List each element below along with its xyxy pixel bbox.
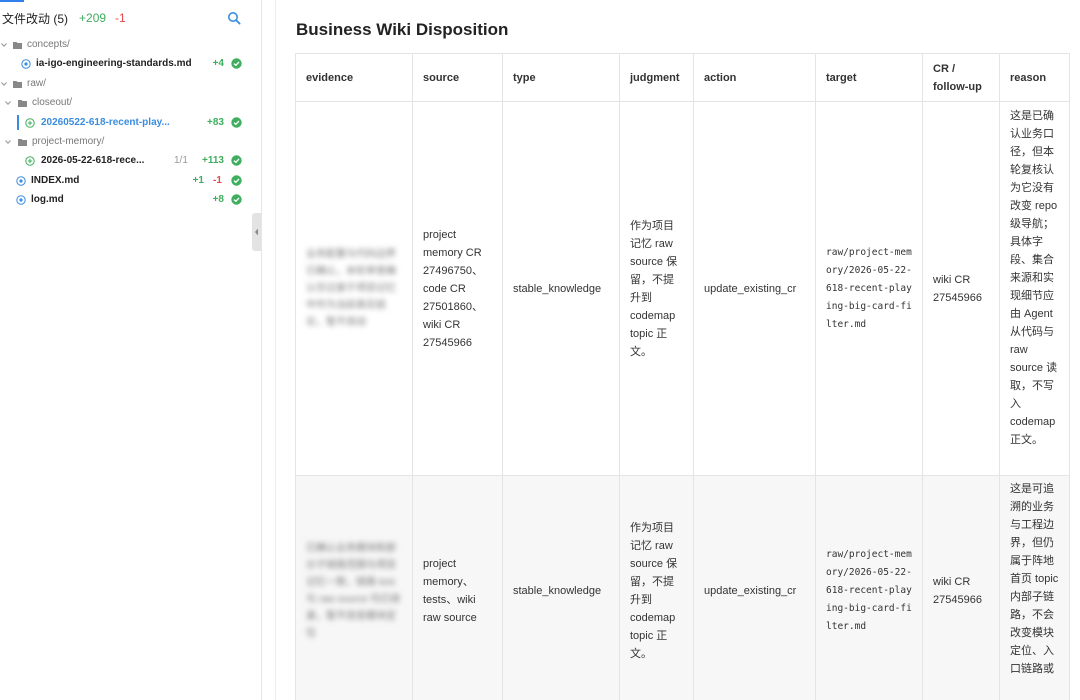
- tree-folder-label: project-memory/: [32, 136, 105, 148]
- check-circle-icon: [231, 58, 242, 69]
- search-icon[interactable]: [227, 11, 241, 25]
- evidence-cell: 业务配置与代码边界已确认，本轮审查确认仅记录于项目记忆中作为当前真实结论，暂不改…: [295, 101, 413, 476]
- redacted-evidence-text: 业务配置与代码边界已确认，本轮审查确认仅记录于项目记忆中作为当前真实结论，暂不改…: [306, 249, 396, 328]
- chevron-down-icon: [1, 82, 7, 87]
- disposition-table: evidence source type judgment action tar…: [295, 53, 1070, 700]
- table-row: 业务配置与代码边界已确认，本轮审查确认仅记录于项目记忆中作为当前真实结论，暂不改…: [295, 101, 1070, 476]
- source-cell: project memory、tests、wiki raw source: [412, 475, 503, 700]
- modified-file-icon: [21, 59, 31, 69]
- target-cell: raw/project-memory/2026-05-22-618-recent…: [815, 101, 923, 476]
- document-view: Business Wiki Disposition evidence sourc…: [276, 0, 1080, 700]
- check-circle-icon: [231, 194, 242, 205]
- chevron-down-icon: [1, 43, 7, 48]
- tree-file-index[interactable]: INDEX.md +1 -1: [0, 171, 262, 191]
- total-added-count: +209: [79, 11, 107, 25]
- table-header-row: evidence source type judgment action tar…: [295, 53, 1070, 102]
- page-title: Business Wiki Disposition: [296, 20, 509, 39]
- added-count: +4: [212, 58, 224, 70]
- tree-file-label: ia-igo-engineering-standards.md: [36, 58, 192, 70]
- tree-folder-label: raw/: [27, 78, 46, 90]
- table-row: 已确认业务模块和部分子链路范围与项目记忆一致，链路 test 与 raw sou…: [295, 475, 1070, 700]
- reason-cell: 这是已确认业务口径，但本轮复核认为它没有改变 repo 级导航；具体字段、集合来…: [999, 101, 1070, 476]
- judgment-cell: 作为项目记忆 raw source 保留，不提升到 codemap topic …: [619, 101, 694, 476]
- check-circle-icon: [231, 117, 242, 128]
- cr-cell: wiki CR 27545966: [922, 475, 1000, 700]
- sidebar-header: 文件改动 (5) +209 -1: [0, 0, 261, 36]
- tree-file-ia-igo-engineering-standards[interactable]: ia-igo-engineering-standards.md +4: [0, 54, 262, 74]
- chevron-left-icon: [255, 228, 258, 236]
- target-path: raw/project-memory/2026-05-22-618-recent…: [826, 246, 912, 330]
- added-count: +83: [207, 117, 224, 129]
- judgment-cell: 作为项目记忆 raw source 保留，不提升到 codemap topic …: [619, 475, 694, 700]
- action-cell: update_existing_cr: [693, 475, 816, 700]
- tree-file-label: 2026-05-22-618-rece...: [41, 155, 145, 167]
- added-count: +8: [212, 194, 224, 206]
- type-cell: stable_knowledge: [502, 101, 620, 476]
- target-path: raw/project-memory/2026-05-22-618-recent…: [826, 548, 912, 632]
- modified-file-icon: [16, 176, 26, 186]
- evidence-cell: 已确认业务模块和部分子链路范围与项目记忆一致，链路 test 与 raw sou…: [295, 475, 413, 700]
- chevron-down-icon: [5, 140, 11, 145]
- tree-file-log[interactable]: log.md +8: [0, 190, 262, 210]
- sidebar-title: 文件改动 (5): [2, 11, 69, 26]
- column-header: reason: [999, 53, 1070, 102]
- added-count: +1: [192, 175, 204, 187]
- check-circle-icon: [231, 155, 242, 166]
- redacted-evidence-text: 已确认业务模块和部分子链路范围与项目记忆一致，链路 test 与 raw sou…: [306, 542, 401, 639]
- column-header: evidence: [295, 53, 413, 102]
- column-header: type: [502, 53, 620, 102]
- tree-file-label: log.md: [31, 194, 64, 206]
- column-header: source: [412, 53, 503, 102]
- sidebar-collapse-handle[interactable]: [252, 213, 261, 251]
- tree-file-label: 20260522-618-recent-play...: [41, 117, 170, 129]
- removed-count: -1: [213, 175, 222, 187]
- folder-icon: [18, 100, 27, 107]
- column-header: CR / follow-up: [922, 53, 1000, 102]
- active-file-indicator: [17, 115, 19, 130]
- column-header: target: [815, 53, 923, 102]
- folder-icon: [18, 139, 27, 146]
- column-header: action: [693, 53, 816, 102]
- action-cell: update_existing_cr: [693, 101, 816, 476]
- type-cell: stable_knowledge: [502, 475, 620, 700]
- tree-file-label: INDEX.md: [31, 175, 80, 187]
- added-count: +113: [202, 155, 224, 167]
- tree-folder-raw[interactable]: raw/: [0, 74, 262, 94]
- source-cell: project memory CR 27496750、code CR 27501…: [412, 101, 503, 476]
- file-changes-sidebar: 文件改动 (5) +209 -1 concepts/ ia-igo-engine…: [0, 0, 262, 700]
- tree-folder-project-memory[interactable]: project-memory/: [0, 132, 262, 152]
- modified-file-icon: [16, 195, 26, 205]
- tree-folder-concepts[interactable]: concepts/: [0, 35, 262, 55]
- active-tab-indicator: [0, 0, 24, 2]
- tree-file-closeout-recent-playing[interactable]: 20260522-618-recent-play... +83: [0, 113, 262, 133]
- chevron-down-icon: [5, 101, 11, 106]
- review-count: 1/1: [174, 155, 188, 167]
- tree-folder-label: closeout/: [32, 97, 73, 109]
- column-header: judgment: [619, 53, 694, 102]
- added-file-icon: [25, 156, 35, 166]
- total-removed-count: -1: [115, 11, 126, 25]
- tree-folder-label: concepts/: [27, 39, 70, 51]
- cr-cell: wiki CR 27545966: [922, 101, 1000, 476]
- tree-folder-closeout[interactable]: closeout/: [0, 93, 262, 113]
- reason-cell: 这是可追溯的业务与工程边界，但仍属于阵地首页 topic 内部子链路，不会改变模…: [999, 475, 1070, 700]
- tree-file-project-memory-recent-playing[interactable]: 2026-05-22-618-rece... 1/1 +113: [0, 151, 262, 171]
- check-circle-icon: [231, 175, 242, 186]
- target-cell: raw/project-memory/2026-05-22-618-recent…: [815, 475, 923, 700]
- folder-icon: [13, 42, 22, 49]
- added-file-icon: [25, 118, 35, 128]
- folder-icon: [13, 81, 22, 88]
